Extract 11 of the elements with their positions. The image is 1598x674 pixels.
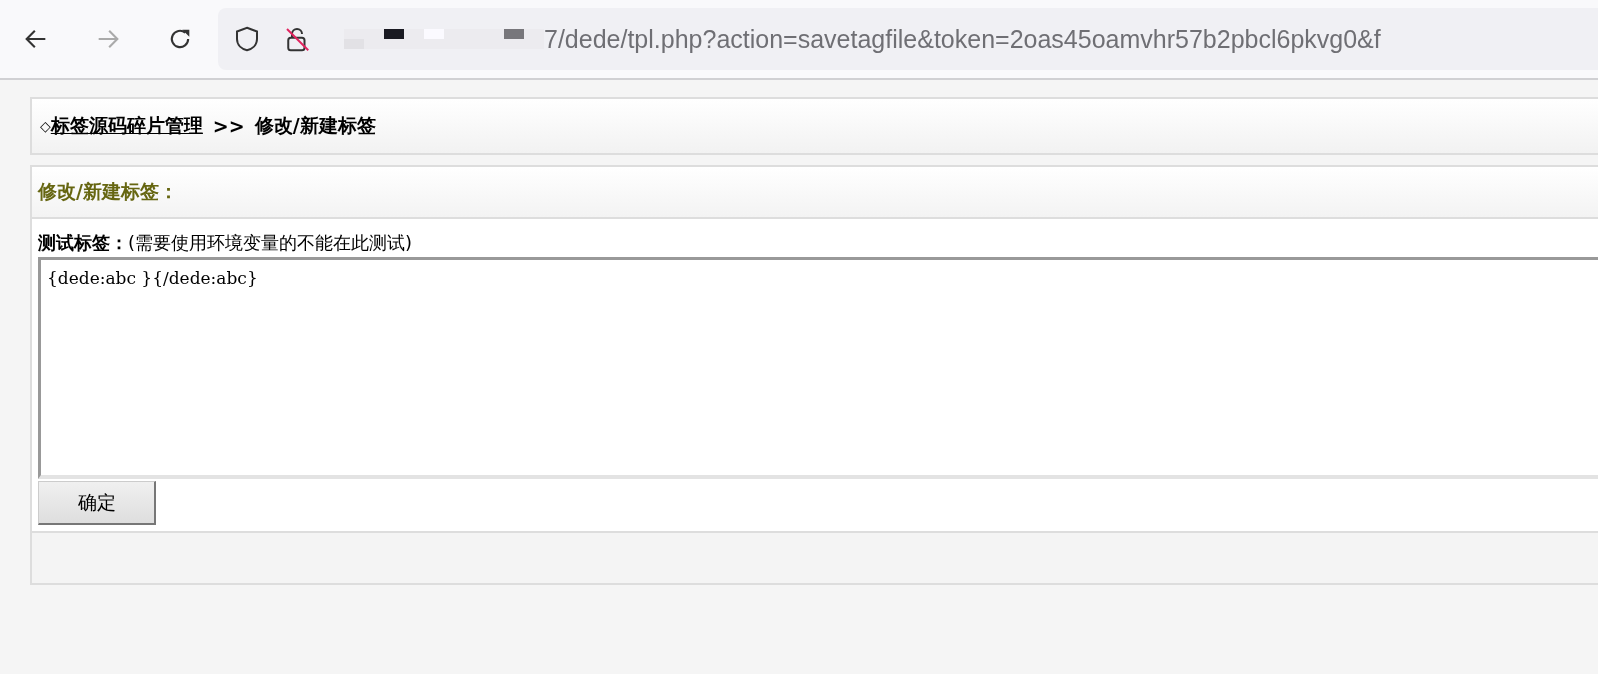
breadcrumb-link[interactable]: 标签源码碎片管理 [50, 113, 203, 139]
address-bar[interactable]: 7/dede/tpl.php?action=savetagfile&token=2oas45oamvhr57b2pbcl6pkvg0&f [218, 8, 1598, 70]
panel-title: 修改/新建标签： [38, 179, 178, 204]
breadcrumb-separator: >> [212, 115, 245, 137]
confirm-button[interactable]: 确定 [38, 481, 156, 525]
code-textarea[interactable]: {dede:abc }{/dede:abc} [38, 257, 1598, 479]
url-text: 7/dede/tpl.php?action=savetagfile&token=2oas45oamvhr57b2pbcl6pkvg0&f [544, 24, 1381, 54]
field-label: 测试标签： [38, 232, 128, 253]
field-hint: (需要使用环境变量的不能在此测试) [128, 232, 413, 253]
breadcrumb-current: 修改/新建标签 [254, 113, 376, 138]
diamond-icon: ◇ [40, 118, 51, 134]
